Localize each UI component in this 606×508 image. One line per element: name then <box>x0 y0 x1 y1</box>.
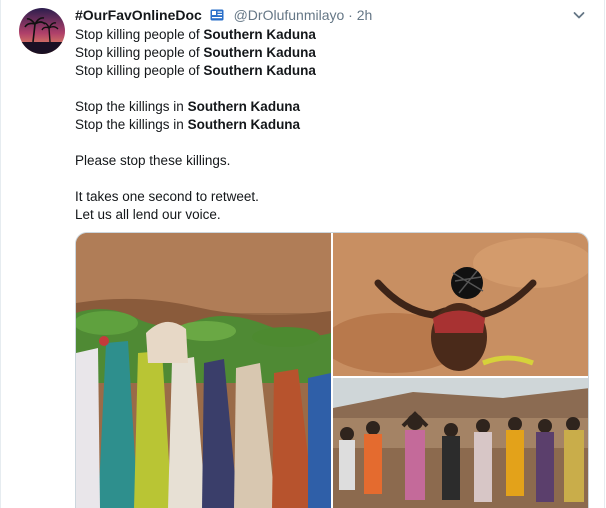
user-handle[interactable]: @DrOlufunmilayo <box>234 7 345 23</box>
id-card-icon <box>210 8 224 22</box>
avatar[interactable] <box>19 8 65 54</box>
text-line: Stop killing people of Southern Kaduna <box>75 63 316 78</box>
text-line: Stop killing people of Southern Kaduna <box>75 45 316 60</box>
text-line: Stop the killings in Southern Kaduna <box>75 117 301 132</box>
tweet-text: Stop killing people of Southern Kaduna S… <box>75 26 585 224</box>
text-line: Stop killing people of Southern Kaduna <box>75 27 316 42</box>
chevron-down-icon[interactable] <box>572 8 586 22</box>
tweet-card[interactable]: #OurFavOnlineDoc @DrOlufunmilayo · 2h St… <box>0 0 605 508</box>
text-line: Stop the killings in Southern Kaduna <box>75 99 301 114</box>
text-line: It takes one second to retweet. <box>75 189 259 204</box>
separator-dot: · <box>348 7 353 23</box>
media-photo-3[interactable] <box>333 378 588 508</box>
text-line: Let us all lend our voice. <box>75 207 221 222</box>
tweet-timestamp[interactable]: 2h <box>357 7 373 23</box>
media-photo-2[interactable] <box>333 233 588 376</box>
media-photo-1[interactable] <box>76 233 331 508</box>
tweet-header: #OurFavOnlineDoc @DrOlufunmilayo · 2h <box>75 6 372 24</box>
media-grid <box>75 232 589 508</box>
display-name[interactable]: #OurFavOnlineDoc <box>75 7 202 23</box>
text-line: Please stop these killings. <box>75 153 231 168</box>
